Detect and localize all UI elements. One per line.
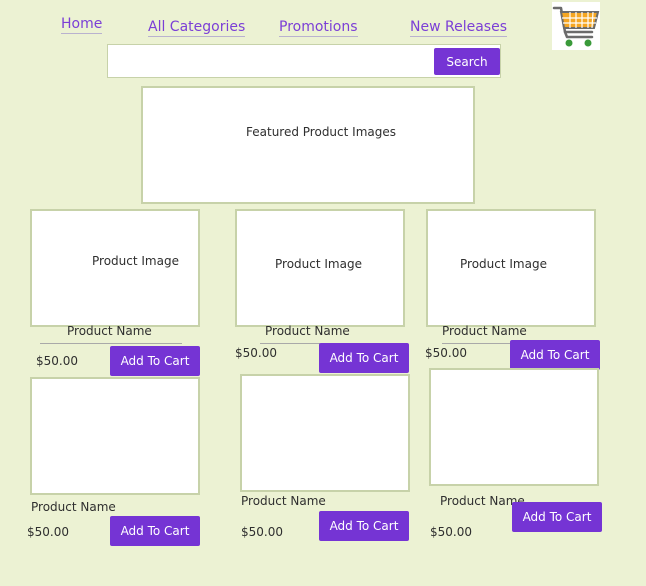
nav-new-releases-link[interactable]: New Releases xyxy=(410,19,507,37)
product-price: $50.00 xyxy=(27,525,69,539)
product-name[interactable]: Product Name xyxy=(265,324,350,338)
product-price: $50.00 xyxy=(430,525,472,539)
add-to-cart-button[interactable]: Add To Cart xyxy=(110,346,200,376)
search-input[interactable] xyxy=(110,47,436,77)
divider xyxy=(40,343,182,344)
search-button[interactable]: Search xyxy=(434,48,500,75)
product-name[interactable]: Product Name xyxy=(67,324,152,338)
product-image-label: Product Image xyxy=(460,257,547,271)
product-image[interactable] xyxy=(30,209,200,327)
divider xyxy=(260,343,320,344)
nav-all-categories-link[interactable]: All Categories xyxy=(148,19,246,37)
product-image[interactable] xyxy=(429,368,599,486)
featured-label: Featured Product Images xyxy=(246,125,396,139)
product-price: $50.00 xyxy=(235,346,277,360)
product-price: $50.00 xyxy=(36,354,78,368)
product-image[interactable] xyxy=(30,377,200,495)
featured-product-images[interactable] xyxy=(141,86,475,204)
nav-home-link[interactable]: Home xyxy=(61,16,103,34)
product-price: $50.00 xyxy=(425,346,467,360)
product-name[interactable]: Product Name xyxy=(442,324,527,338)
product-image-label: Product Image xyxy=(92,254,179,268)
nav-promotions-link[interactable]: Promotions xyxy=(279,19,358,37)
add-to-cart-button[interactable]: Add To Cart xyxy=(512,502,602,532)
add-to-cart-button[interactable]: Add To Cart xyxy=(510,340,600,370)
product-name[interactable]: Product Name xyxy=(241,494,326,508)
add-to-cart-button[interactable]: Add To Cart xyxy=(110,516,200,546)
product-name[interactable]: Product Name xyxy=(31,500,116,514)
product-image[interactable] xyxy=(240,374,410,492)
divider xyxy=(442,343,512,344)
add-to-cart-button[interactable]: Add To Cart xyxy=(319,343,409,373)
product-price: $50.00 xyxy=(241,525,283,539)
shopping-cart-icon[interactable] xyxy=(552,2,600,50)
add-to-cart-button[interactable]: Add To Cart xyxy=(319,511,409,541)
product-image-label: Product Image xyxy=(275,257,362,271)
